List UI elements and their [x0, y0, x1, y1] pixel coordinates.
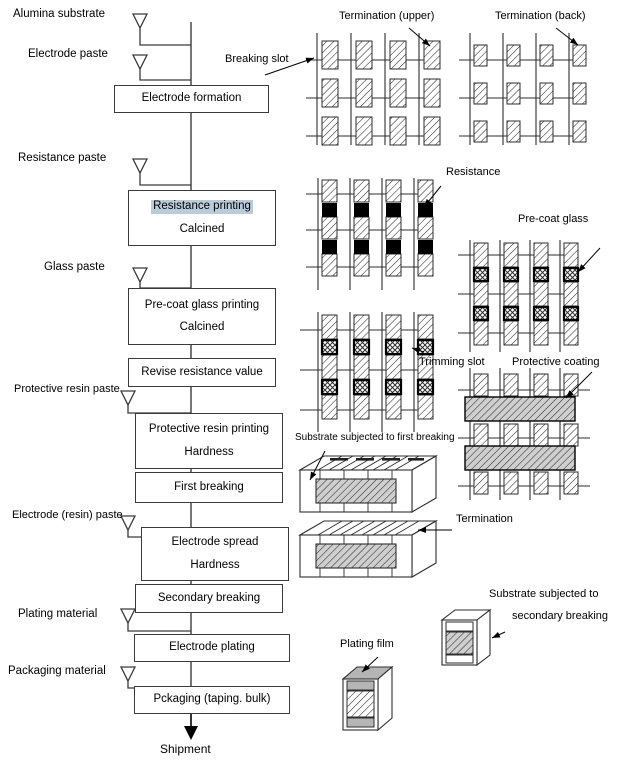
- input-label-glass-paste: Glass paste: [44, 261, 105, 273]
- process-label-line1: Pckaging (taping. bulk): [153, 693, 271, 706]
- illustration-resistance-grid: [306, 178, 442, 290]
- callout-resistance: Resistance: [446, 166, 501, 178]
- process-box-protective-resin-printing[interactable]: Protective resin printing Hardness: [135, 413, 283, 469]
- process-label-line2: Hardness: [184, 445, 234, 458]
- callout-plating-film: Plating film: [340, 638, 394, 650]
- callout-substrate-secondary-breaking-line1: Substrate subjected to: [489, 588, 599, 600]
- process-label-line1: Pre-coat glass printing: [144, 298, 260, 311]
- illustration-trimming-grid: [300, 312, 435, 432]
- process-box-resistance-printing[interactable]: Resistance printing Calcined: [128, 190, 276, 246]
- input-label-resistance-paste: Resistance paste: [18, 152, 107, 164]
- input-label-electrode-paste: Electrode paste: [28, 48, 108, 60]
- shipment-arrow-icon: [184, 714, 198, 740]
- input-label-packaging-material: Packaging material: [8, 665, 106, 677]
- illustration-chip-secondary-breaking: [440, 608, 506, 667]
- process-box-first-breaking[interactable]: First breaking: [135, 472, 283, 503]
- process-label-line1: Electrode plating: [169, 641, 255, 654]
- process-box-secondary-breaking[interactable]: Secondary breaking: [135, 584, 283, 613]
- illustration-termination-body: [297, 520, 452, 578]
- process-label-line1: Secondary breaking: [157, 591, 261, 604]
- process-box-revise-resistance-value[interactable]: Revise resistance value: [128, 358, 276, 387]
- callout-substrate-first-breaking: Substrate subjected to first breaking: [295, 432, 455, 443]
- diagram-canvas: Electrode formation Resistance printing …: [0, 0, 620, 763]
- callout-termination-back: Termination (back): [495, 10, 586, 22]
- callout-substrate-secondary-breaking-line2: secondary breaking: [512, 610, 609, 622]
- illustration-plating-film-chip: [341, 656, 394, 732]
- input-label-protective-resin-paste: Protective resin paste: [14, 383, 120, 395]
- callout-breaking-slot: Breaking slot: [225, 53, 289, 65]
- process-label-line1: Resistance printing: [151, 200, 253, 214]
- flow-output-shipment: Shipment: [160, 742, 211, 756]
- callout-termination-upper: Termination (upper): [339, 10, 435, 22]
- process-label-line2: Calcined: [179, 321, 225, 333]
- callout-protective-coating: Protective coating: [512, 356, 600, 368]
- process-box-electrode-plating[interactable]: Electrode plating: [134, 634, 290, 662]
- callout-pre-coat-glass: Pre-coat glass: [518, 213, 589, 225]
- process-label-line1: Revise resistance value: [141, 365, 263, 378]
- callout-trimming-slot: Trimming slot: [419, 356, 485, 368]
- input-label-electrode-resin-paste: Electrode (resin) paste: [12, 509, 123, 521]
- process-box-pre-coat-glass-printing[interactable]: Pre-coat glass printing Calcined: [128, 288, 276, 345]
- illustration-substrate-first-breaking: [297, 450, 439, 513]
- process-label-line1: Protective resin printing: [148, 423, 270, 436]
- illustration-termination-back: [459, 27, 587, 145]
- process-label-line1: Electrode formation: [141, 92, 242, 105]
- process-label-line1: Electrode spread: [171, 536, 259, 549]
- process-box-electrode-spread[interactable]: Electrode spread Hardness: [141, 527, 289, 581]
- illustration-protective-coating: [458, 368, 593, 500]
- input-label-alumina-substrate: Alumina substrate: [13, 8, 106, 20]
- process-box-electrode-formation[interactable]: Electrode formation: [114, 85, 269, 113]
- process-label-line1: First breaking: [174, 480, 244, 493]
- process-box-packaging[interactable]: Pckaging (taping. bulk): [134, 686, 290, 714]
- callout-termination: Termination: [456, 513, 513, 525]
- illustration-pre-coat-glass: [458, 240, 601, 352]
- illustration-termination-upper: [264, 27, 441, 146]
- process-label-line2: Hardness: [190, 558, 240, 571]
- process-label-line2: Calcined: [179, 222, 225, 235]
- input-label-plating-material: Plating material: [18, 608, 98, 620]
